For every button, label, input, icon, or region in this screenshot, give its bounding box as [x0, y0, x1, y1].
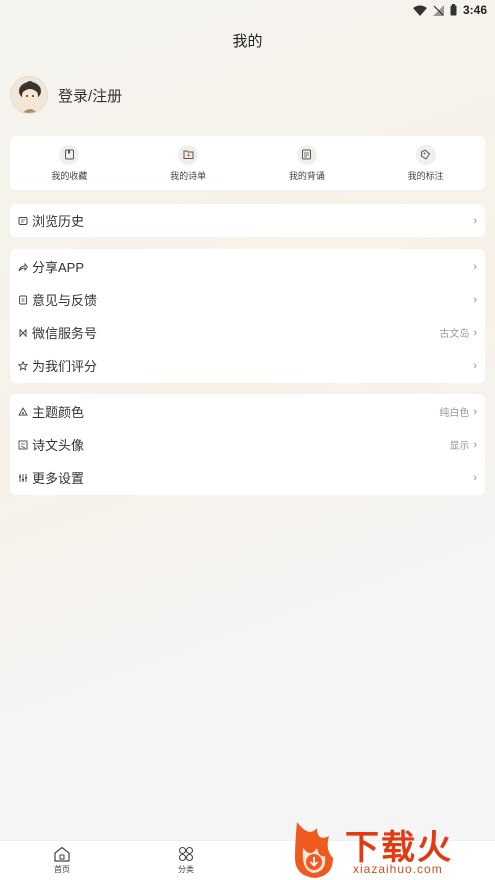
menu-item-value: 纯白色 — [439, 408, 470, 419]
watermark-url: xiazaihuo.com — [353, 862, 443, 876]
quick-item-poem-list[interactable]: 我的诗单 — [129, 136, 248, 190]
menu-item-label: 诗文头像 — [32, 438, 85, 453]
tab-label: 分类 — [178, 865, 194, 874]
tab-category[interactable]: 分类 — [124, 841, 248, 880]
tab-label: 首页 — [54, 865, 70, 874]
share-icon — [18, 262, 28, 272]
menu-item-theme-color[interactable]: 主题颜色 纯白色 › — [10, 395, 485, 428]
settings-icon — [18, 473, 28, 483]
chevron-right-icon: › — [473, 293, 477, 306]
history-icon — [18, 216, 28, 226]
chevron-right-icon: › — [473, 438, 477, 451]
menu-item-label: 为我们评分 — [32, 359, 98, 374]
tab-home[interactable]: 首页 — [0, 841, 124, 880]
quick-item-label: 我的诗单 — [170, 170, 207, 181]
menu-item-value: 古文岛 — [439, 329, 470, 340]
menu-item-feedback[interactable]: 意见与反馈 › — [10, 283, 485, 316]
quick-item-label: 我的背诵 — [288, 170, 325, 181]
menu-item-history[interactable]: 浏览历史 › — [10, 204, 485, 237]
chevron-right-icon: › — [473, 359, 477, 372]
chevron-right-icon: › — [473, 260, 477, 273]
menu-item-label: 意见与反馈 — [32, 293, 98, 308]
menu-item-label: 微信服务号 — [32, 326, 98, 341]
feedback-icon — [18, 295, 28, 305]
history-card: 浏览历史 › — [10, 204, 485, 237]
menu-item-value: 显示 — [449, 441, 470, 452]
menu-item-poem-avatar[interactable]: 诗文头像 显示 › — [10, 428, 485, 461]
menu-item-label: 更多设置 — [32, 471, 85, 486]
login-register-link[interactable]: 登录/注册 — [58, 85, 122, 106]
menu-group-1: 分享APP › 意见与反馈 › 微信服务号 古文岛 › 为我们评分 › — [10, 249, 485, 383]
avatar[interactable] — [10, 76, 48, 114]
profile-login[interactable]: 登录/注册 — [10, 76, 122, 114]
signal-off-icon — [432, 4, 444, 16]
menu-item-label: 分享APP — [32, 260, 85, 275]
star-icon — [18, 360, 28, 371]
quick-item-annotations[interactable]: 我的标注 — [366, 136, 485, 190]
menu-item-share-app[interactable]: 分享APP › — [10, 250, 485, 283]
status-bar: 3:46 — [0, 0, 495, 22]
quick-item-label: 我的收藏 — [51, 170, 88, 181]
menu-item-label: 浏览历史 — [32, 214, 85, 229]
palette-icon — [18, 406, 28, 417]
menu-item-more-settings[interactable]: 更多设置 › — [10, 461, 485, 494]
quick-item-recite[interactable]: 我的背诵 — [248, 136, 367, 190]
avatar-toggle-icon — [18, 440, 28, 450]
quick-actions-card: 我的收藏 我的诗单 我的背诵 我的标注 — [10, 136, 485, 190]
note-icon — [296, 144, 317, 165]
chevron-right-icon: › — [473, 214, 477, 227]
menu-group-2: 主题颜色 纯白色 › 诗文头像 显示 › 更多设置 › — [10, 394, 485, 495]
wechat-icon — [18, 328, 28, 338]
quick-item-favorites[interactable]: 我的收藏 — [10, 136, 129, 190]
chevron-right-icon: › — [473, 471, 477, 484]
home-icon — [54, 846, 70, 862]
wifi-icon — [412, 5, 427, 16]
status-time: 3:46 — [462, 3, 487, 17]
tag-icon — [415, 144, 436, 165]
watermark-logo: 下载火 xiazaihuo.com — [295, 818, 495, 880]
category-icon — [178, 846, 194, 862]
folder-add-icon — [178, 144, 199, 165]
flame-icon — [295, 822, 333, 878]
page-title: 我的 — [232, 33, 263, 50]
chevron-right-icon: › — [473, 326, 477, 339]
menu-item-wechat[interactable]: 微信服务号 古文岛 › — [10, 316, 485, 349]
chevron-right-icon: › — [473, 405, 477, 418]
menu-item-rate-us[interactable]: 为我们评分 › — [10, 349, 485, 382]
bookmark-icon — [59, 144, 80, 165]
battery-icon — [450, 4, 457, 16]
menu-item-label: 主题颜色 — [32, 405, 85, 420]
quick-item-label: 我的标注 — [407, 170, 444, 181]
